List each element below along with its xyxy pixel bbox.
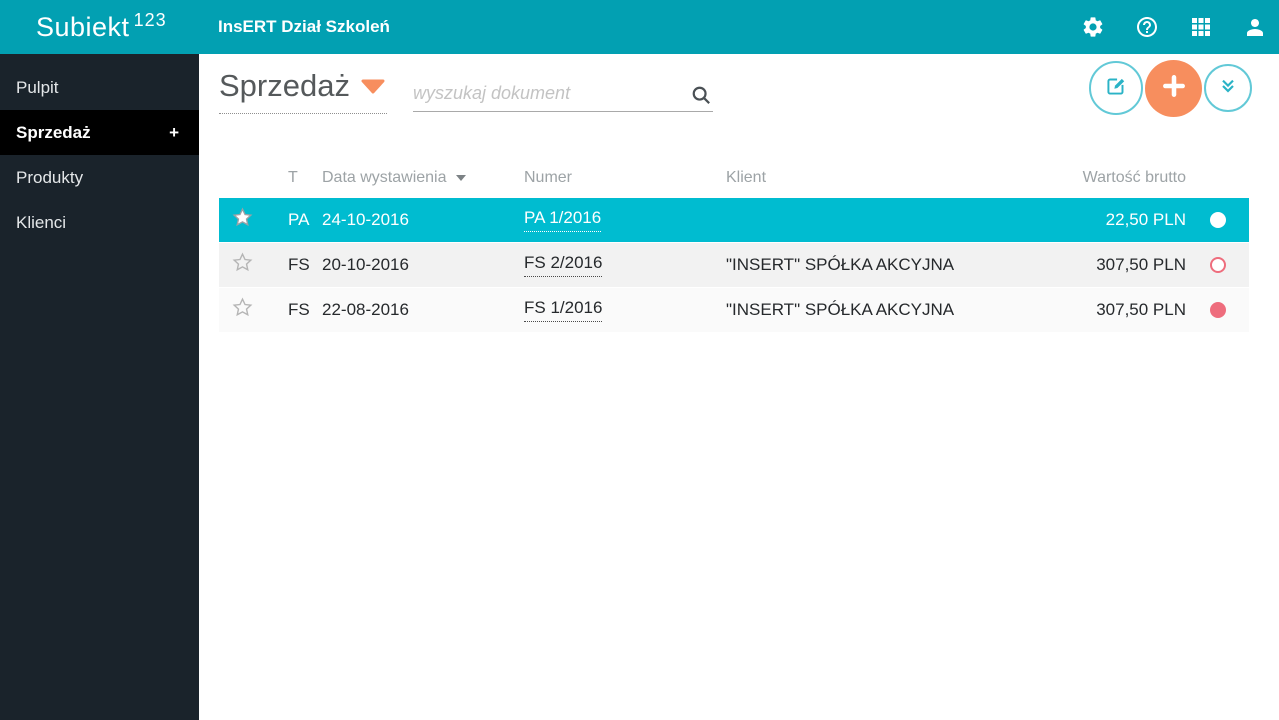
top-bar: Subiekt 123 InsERT Dział Szkoleń: [0, 0, 1279, 54]
add-document-button[interactable]: [1145, 60, 1202, 117]
edit-icon: [1103, 73, 1129, 104]
sidebar-item-label: Pulpit: [16, 77, 59, 97]
edit-document-button[interactable]: [1089, 61, 1143, 115]
table-row[interactable]: PA 24-10-2016 PA 1/2016 22,50 PLN: [219, 198, 1249, 242]
collapse-list-button[interactable]: [1204, 64, 1252, 112]
col-number[interactable]: Numer: [524, 169, 726, 187]
search-box: [413, 78, 713, 112]
dropdown-caret-icon: [361, 79, 385, 99]
doc-type: FS: [288, 300, 310, 319]
company-title: InsERT Dział Szkoleń: [218, 17, 390, 36]
sidebar-item-klienci[interactable]: Klienci: [0, 200, 199, 245]
search-icon[interactable]: [691, 85, 711, 105]
star-icon[interactable]: [232, 297, 253, 323]
doc-number-link[interactable]: PA 1/2016: [524, 208, 602, 232]
table-header: T Data wystawienia Numer Klient Wartość …: [219, 158, 1249, 198]
sidebar-item-label: Produkty: [16, 167, 84, 187]
col-date[interactable]: Data wystawienia: [322, 169, 524, 187]
search-input[interactable]: [413, 78, 683, 108]
doc-status-cell: [1186, 257, 1249, 273]
doc-date: 24-10-2016: [322, 210, 409, 229]
settings-icon[interactable]: [1080, 15, 1105, 40]
double-chevron-down-icon: [1218, 76, 1238, 101]
star-icon[interactable]: [232, 252, 253, 278]
sidebar-add-icon[interactable]: +: [169, 123, 179, 143]
topbar-icon-group: [1080, 0, 1267, 54]
sidebar-item-produkty[interactable]: Produkty: [0, 155, 199, 200]
sort-desc-icon: [455, 174, 466, 181]
brand-version: 123: [133, 9, 167, 30]
col-client[interactable]: Klient: [726, 169, 1066, 187]
help-icon[interactable]: [1134, 15, 1159, 40]
user-icon[interactable]: [1242, 15, 1267, 40]
doc-date: 22-08-2016: [322, 300, 409, 319]
row-star-cell: [219, 297, 288, 323]
doc-type: FS: [288, 255, 310, 274]
page-title: Sprzedaż: [219, 68, 350, 103]
doc-date: 20-10-2016: [322, 255, 409, 274]
doc-type: PA: [288, 210, 310, 229]
star-icon[interactable]: [232, 207, 253, 233]
status-dot: [1209, 257, 1226, 273]
sidebar-item-label: Klienci: [16, 212, 67, 232]
doc-status-cell: [1186, 302, 1249, 318]
plus-icon: [1161, 73, 1187, 104]
doc-status-cell: [1186, 212, 1249, 228]
doc-client: "INSERT" SPÓŁKA AKCYJNA: [726, 300, 955, 319]
main-content: Sprzedaż T Data wystawienia: [199, 54, 1279, 720]
app-logo[interactable]: Subiekt 123: [36, 0, 167, 54]
apps-grid-icon[interactable]: [1188, 15, 1213, 40]
col-type[interactable]: T: [288, 169, 322, 187]
sidebar-nav: Pulpit Sprzedaż + Produkty Klienci: [0, 54, 199, 720]
status-dot: [1209, 302, 1226, 318]
table-row[interactable]: FS 22-08-2016 FS 1/2016 "INSERT" SPÓŁKA …: [219, 288, 1249, 332]
documents-table: T Data wystawienia Numer Klient Wartość …: [219, 158, 1249, 333]
doc-gross: 307,50 PLN: [1096, 300, 1186, 319]
doc-number-link[interactable]: FS 2/2016: [524, 253, 603, 277]
doc-gross: 22,50 PLN: [1105, 210, 1186, 229]
col-gross[interactable]: Wartość brutto: [1066, 169, 1186, 187]
row-star-cell: [219, 252, 288, 278]
table-row[interactable]: FS 20-10-2016 FS 2/2016 "INSERT" SPÓŁKA …: [219, 243, 1249, 287]
doc-gross: 307,50 PLN: [1096, 255, 1186, 274]
page-title-dropdown[interactable]: Sprzedaż: [219, 68, 387, 114]
sidebar-item-pulpit[interactable]: Pulpit: [0, 65, 199, 110]
doc-client: "INSERT" SPÓŁKA AKCYJNA: [726, 255, 955, 274]
status-dot: [1209, 212, 1226, 228]
doc-number-link[interactable]: FS 1/2016: [524, 298, 603, 322]
row-star-cell: [219, 207, 288, 233]
brand-name: Subiekt: [36, 11, 130, 42]
sidebar-item-label: Sprzedaż: [16, 122, 91, 142]
sidebar-item-sprzedaz[interactable]: Sprzedaż +: [0, 110, 199, 155]
